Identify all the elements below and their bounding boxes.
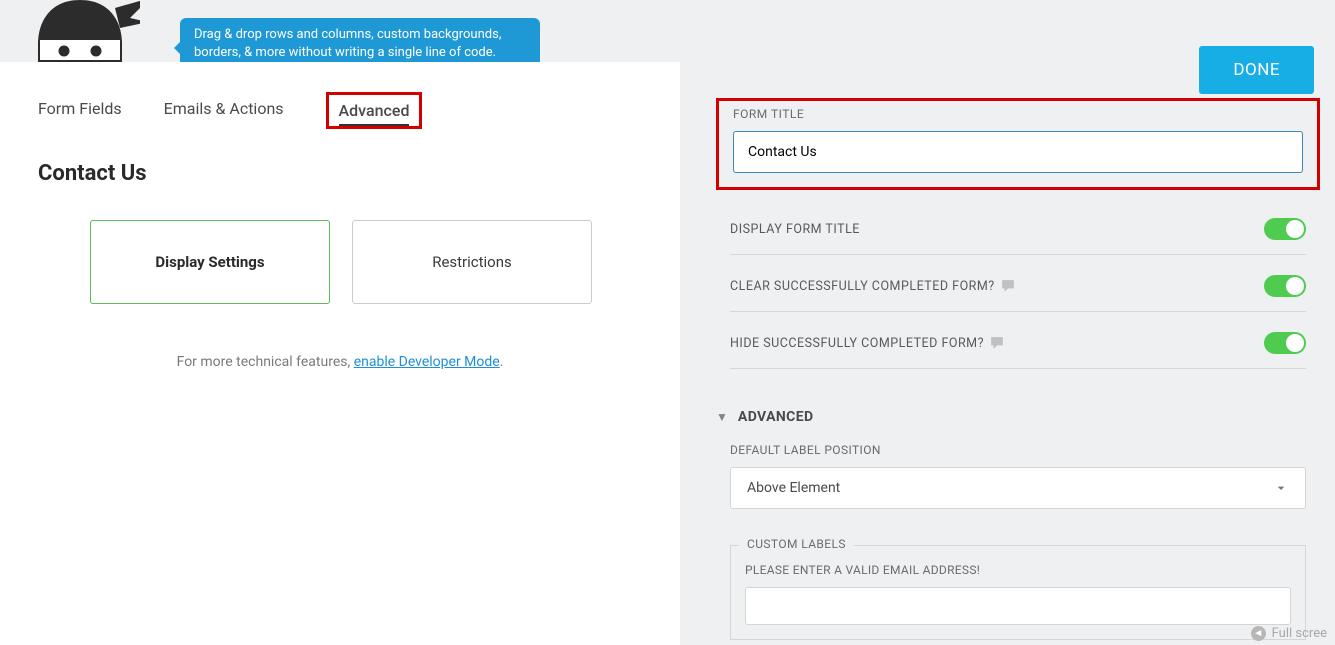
left-panel: Form Fields Emails & Actions Advanced Co… [0,62,680,645]
toggle-display-form-title[interactable] [1264,218,1306,240]
settings-cards: Display Settings Restrictions [38,220,642,304]
tab-emails-actions[interactable]: Emails & Actions [164,99,284,122]
custom-labels-legend: CUSTOM LABELS [739,537,854,551]
highlight-form-title: FORM TITLE [716,98,1320,190]
full-screen-indicator[interactable]: ◄ Full scree [1251,626,1327,641]
more-technical-suffix: . [500,354,504,370]
form-tabs: Form Fields Emails & Actions Advanced [38,92,642,129]
form-title-label: FORM TITLE [733,107,1303,121]
row-clear-completed: CLEAR SUCCESSFULLY COMPLETED FORM? [730,255,1306,312]
help-icon[interactable] [990,336,1004,350]
tab-advanced[interactable]: Advanced [339,101,410,126]
full-screen-text: Full scree [1272,626,1327,641]
hint-tooltip-text: Drag & drop rows and columns, custom bac… [194,27,501,60]
more-technical-prefix: For more technical features, [177,354,354,370]
label-hide-completed: HIDE SUCCESSFULLY COMPLETED FORM? [730,336,1004,351]
advanced-section-label: ADVANCED [738,409,814,425]
label-display-form-title: DISPLAY FORM TITLE [730,222,860,237]
default-label-position-value: Above Element [747,480,840,496]
card-restrictions[interactable]: Restrictions [352,220,592,304]
help-icon[interactable] [1001,279,1015,293]
enable-developer-mode-link[interactable]: enable Developer Mode [354,354,500,370]
tab-form-fields[interactable]: Form Fields [38,99,122,122]
card-display-settings[interactable]: Display Settings [90,220,330,304]
valid-email-input[interactable] [745,587,1291,625]
highlight-advanced-tab: Advanced [326,92,423,129]
default-label-position-label: DEFAULT LABEL POSITION [730,443,1306,457]
row-hide-completed: HIDE SUCCESSFULLY COMPLETED FORM? [730,312,1306,369]
right-panel: FORM TITLE DISPLAY FORM TITLE CLEAR SUCC… [716,98,1320,640]
form-title-input[interactable] [733,131,1303,173]
arrow-left-icon: ◄ [1251,626,1266,641]
custom-labels-fieldset: CUSTOM LABELS PLEASE ENTER A VALID EMAIL… [730,545,1306,640]
done-button[interactable]: DONE [1199,46,1314,94]
label-clear-completed: CLEAR SUCCESSFULLY COMPLETED FORM? [730,279,1015,294]
chevron-down-icon: ▼ [716,410,728,424]
toggle-clear-completed[interactable] [1264,275,1306,297]
chevron-down-icon [1273,480,1289,496]
toggle-hide-completed[interactable] [1264,332,1306,354]
advanced-section-header[interactable]: ▼ ADVANCED [716,409,1320,425]
label-hide-completed-text: HIDE SUCCESSFULLY COMPLETED FORM? [730,336,984,351]
more-technical-note: For more technical features, enable Deve… [38,354,642,370]
row-display-form-title: DISPLAY FORM TITLE [730,198,1306,255]
form-name-heading: Contact Us [38,161,642,186]
label-clear-completed-text: CLEAR SUCCESSFULLY COMPLETED FORM? [730,279,995,294]
default-label-position-select[interactable]: Above Element [730,467,1306,509]
valid-email-label: PLEASE ENTER A VALID EMAIL ADDRESS! [745,563,1291,577]
